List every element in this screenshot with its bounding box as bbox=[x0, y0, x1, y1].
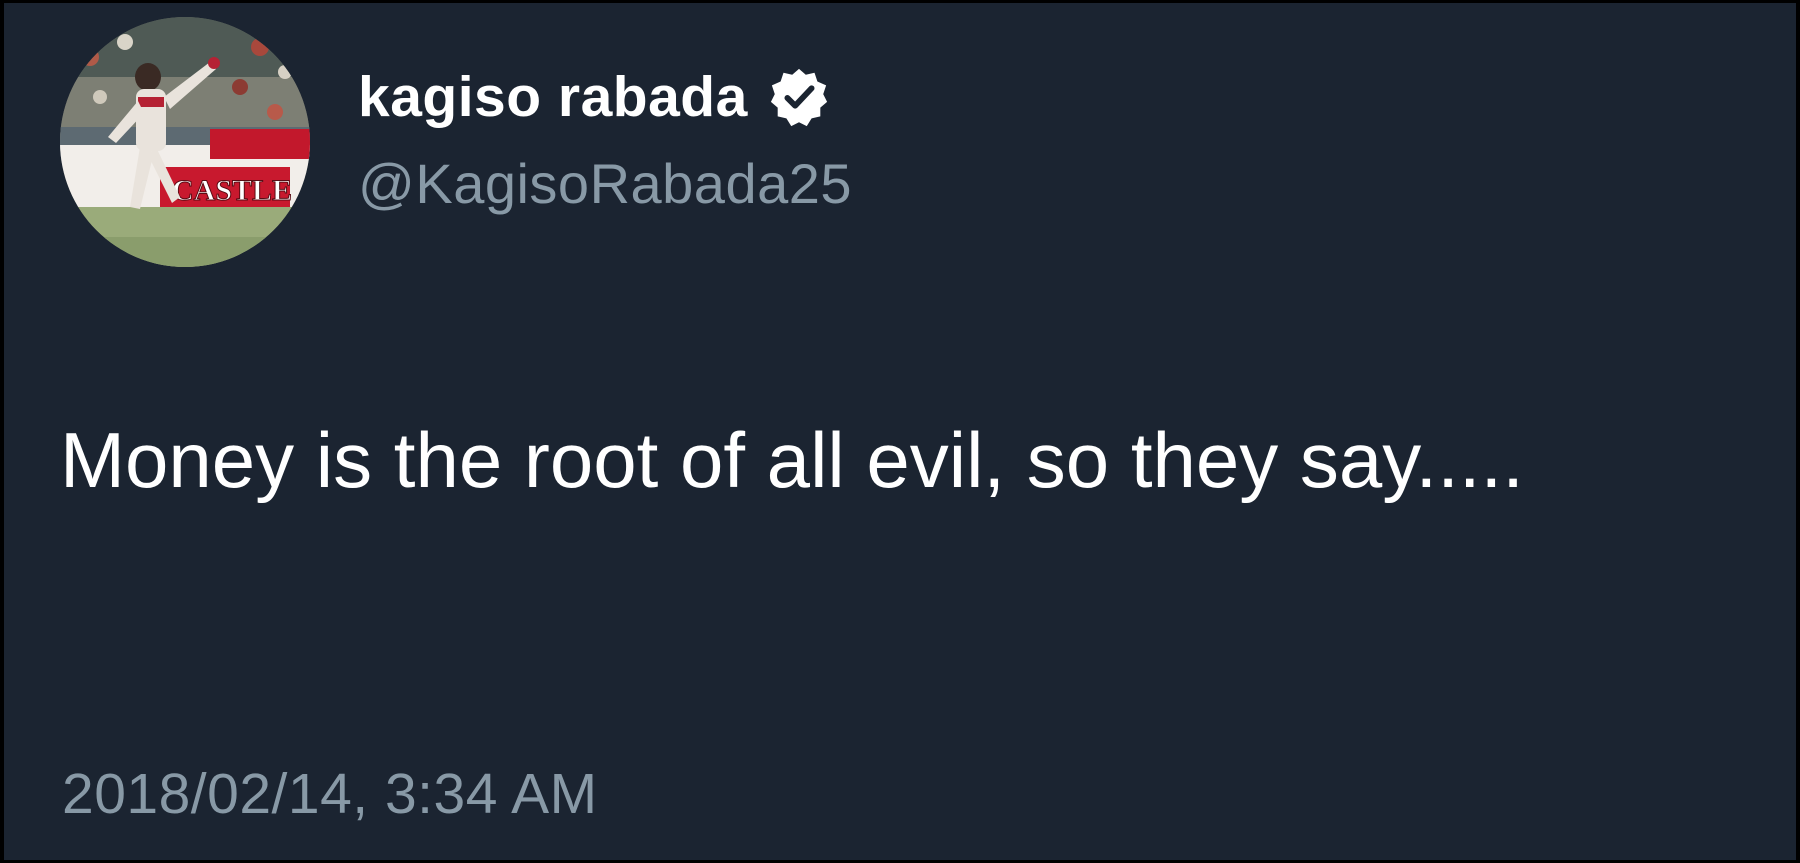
author-row: kagiso rabada bbox=[358, 61, 830, 133]
display-name[interactable]: kagiso rabada bbox=[358, 64, 748, 130]
author-handle[interactable]: @KagisoRabada25 bbox=[358, 151, 852, 216]
avatar[interactable]: CASTLE bbox=[60, 17, 310, 267]
verified-badge-icon bbox=[770, 68, 827, 127]
avatar-banner-text: CASTLE bbox=[172, 174, 292, 207]
avatar-photo: CASTLE bbox=[60, 17, 310, 267]
tweet-timestamp[interactable]: 2018/02/14, 3:34 AM bbox=[62, 761, 598, 827]
tweet-text: Money is the root of all evil, so they s… bbox=[60, 416, 1524, 504]
tweet-card: CASTLE kagiso rabada @KagisoRabada25 Mon… bbox=[4, 3, 1796, 860]
